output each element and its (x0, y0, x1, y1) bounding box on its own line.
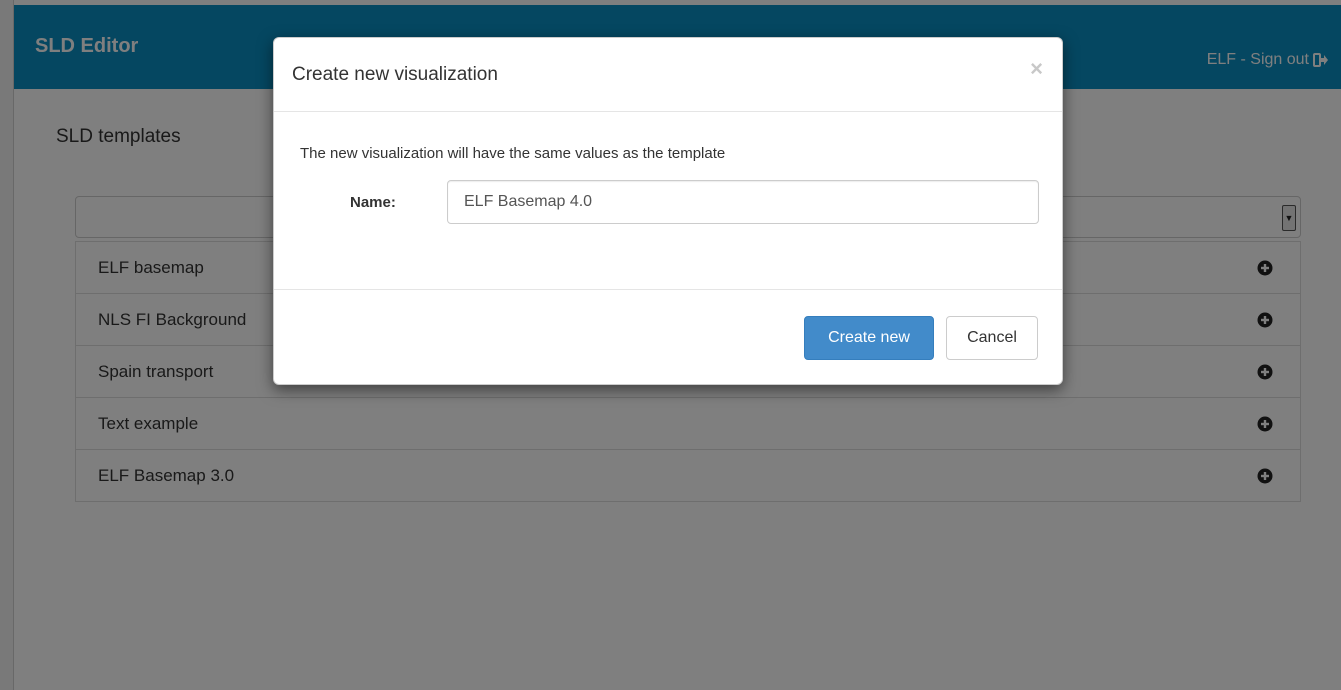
modal-footer: Create new Cancel (274, 290, 1062, 386)
name-input[interactable] (447, 180, 1039, 224)
modal-description: The new visualization will have the same… (300, 145, 726, 162)
modal-body: The new visualization will have the same… (274, 112, 1062, 290)
modal-title: Create new visualization (292, 64, 498, 85)
close-icon[interactable]: × (1030, 56, 1043, 82)
name-label: Name: (350, 194, 396, 211)
cancel-button[interactable]: Cancel (946, 316, 1038, 360)
create-visualization-dialog: Create new visualization × The new visua… (273, 37, 1063, 385)
modal-header: Create new visualization × (274, 38, 1062, 112)
create-new-button[interactable]: Create new (804, 316, 934, 360)
app: SLD Editor ELF - Sign out SLD templates … (0, 0, 1341, 690)
